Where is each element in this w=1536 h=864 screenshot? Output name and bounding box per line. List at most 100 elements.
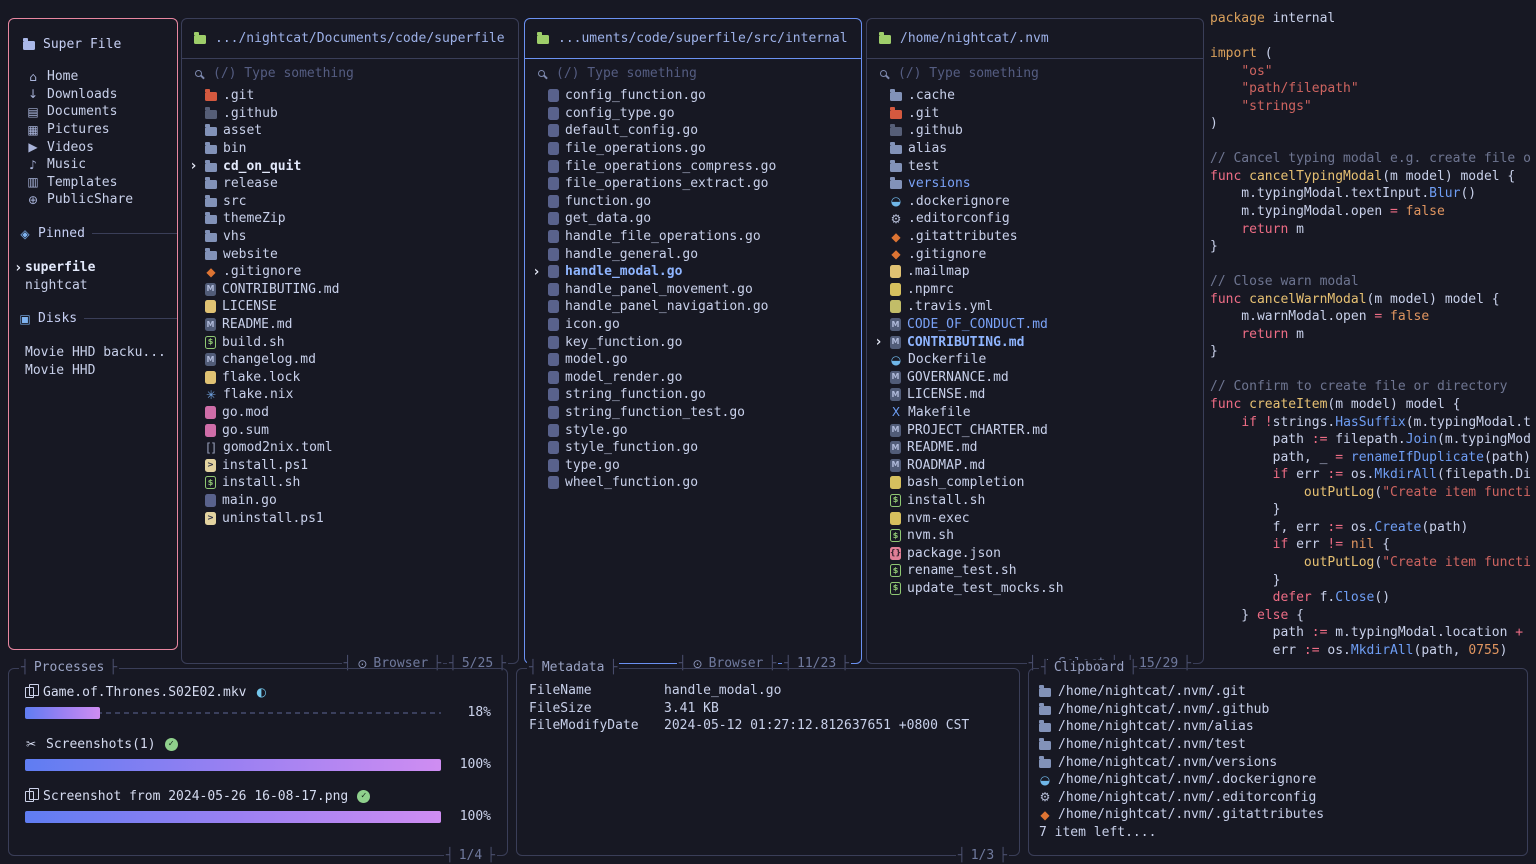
file-row[interactable]: .git: [182, 87, 518, 105]
file-row[interactable]: >uninstall.ps1: [182, 509, 518, 527]
file-row[interactable]: style_function.go: [525, 439, 861, 457]
file-row[interactable]: $install.sh: [867, 492, 1203, 510]
file-row[interactable]: alias: [867, 140, 1203, 158]
file-row[interactable]: website: [182, 245, 518, 263]
disk-item-movie-hhd[interactable]: Movie HHD: [9, 362, 177, 380]
sidebar-item-downloads[interactable]: ↓Downloads: [9, 86, 177, 104]
file-row[interactable]: release: [182, 175, 518, 193]
sidebar-item-publicshare[interactable]: ⊕PublicShare: [9, 191, 177, 209]
file-row[interactable]: vhs: [182, 228, 518, 246]
file-row[interactable]: .mailmap: [867, 263, 1203, 281]
file-row[interactable]: bash_completion: [867, 474, 1203, 492]
file-row[interactable]: ⚙.editorconfig: [867, 210, 1203, 228]
file-row[interactable]: .git: [867, 105, 1203, 123]
file-row[interactable]: get_data.go: [525, 210, 861, 228]
panel-path-bar[interactable]: .../nightcat/Documents/code/superfile: [182, 19, 518, 59]
file-row[interactable]: $build.sh: [182, 333, 518, 351]
file-row[interactable]: versions: [867, 175, 1203, 193]
file-row[interactable]: MREADME.md: [182, 316, 518, 334]
panel-search[interactable]: (/) Type something: [867, 59, 1203, 87]
file-row[interactable]: flake.lock: [182, 369, 518, 387]
file-row[interactable]: nvm-exec: [867, 509, 1203, 527]
file-row[interactable]: .travis.yml: [867, 298, 1203, 316]
panel-path-bar[interactable]: /home/nightcat/.nvm: [867, 19, 1203, 59]
file-row[interactable]: file_operations_extract.go: [525, 175, 861, 193]
file-row[interactable]: model.go: [525, 351, 861, 369]
file-row[interactable]: handle_panel_movement.go: [525, 281, 861, 299]
file-row[interactable]: $update_test_mocks.sh: [867, 580, 1203, 598]
file-row[interactable]: MREADME.md: [867, 439, 1203, 457]
file-row[interactable]: LICENSE: [182, 298, 518, 316]
file-row[interactable]: MGOVERNANCE.md: [867, 369, 1203, 387]
file-row[interactable]: config_type.go: [525, 105, 861, 123]
file-row[interactable]: ◒Dockerfile: [867, 351, 1203, 369]
file-row[interactable]: main.go: [182, 492, 518, 510]
file-row[interactable]: .cache: [867, 87, 1203, 105]
file-row[interactable]: MCONTRIBUTING.md: [182, 281, 518, 299]
sidebar-item-pictures[interactable]: ▦Pictures: [9, 121, 177, 139]
file-row[interactable]: test: [867, 157, 1203, 175]
file-row[interactable]: .npmrc: [867, 281, 1203, 299]
code-line: } else {: [1210, 607, 1536, 625]
file-row[interactable]: src: [182, 193, 518, 211]
file-row[interactable]: go.mod: [182, 404, 518, 422]
file-row[interactable]: function.go: [525, 193, 861, 211]
file-row[interactable]: ◆.gitattributes: [867, 228, 1203, 246]
file-row[interactable]: wheel_function.go: [525, 474, 861, 492]
sidebar-item-templates[interactable]: ▥Templates: [9, 174, 177, 192]
file-row[interactable]: XMakefile: [867, 404, 1203, 422]
file-row[interactable]: ◆.gitignore: [182, 263, 518, 281]
file-row[interactable]: default_config.go: [525, 122, 861, 140]
disk-item-movie-hhd-backu-[interactable]: Movie HHD backu...: [9, 344, 177, 362]
file-row[interactable]: model_render.go: [525, 369, 861, 387]
file-row[interactable]: ✳flake.nix: [182, 386, 518, 404]
file-row[interactable]: {}package.json: [867, 544, 1203, 562]
panel-path-bar[interactable]: ...uments/code/superfile/src/internal: [525, 19, 861, 59]
file-row[interactable]: type.go: [525, 456, 861, 474]
sidebar-item-documents[interactable]: ▤Documents: [9, 103, 177, 121]
go-file-icon: [548, 424, 559, 437]
file-row[interactable]: ›cd_on_quit: [182, 157, 518, 175]
sidebar-item-music[interactable]: ♪Music: [9, 156, 177, 174]
file-row[interactable]: handle_file_operations.go: [525, 228, 861, 246]
file-row[interactable]: .github: [867, 122, 1203, 140]
panel-search[interactable]: (/) Type something: [182, 59, 518, 87]
file-row[interactable]: MPROJECT_CHARTER.md: [867, 421, 1203, 439]
file-row[interactable]: key_function.go: [525, 333, 861, 351]
file-row[interactable]: MCODE_OF_CONDUCT.md: [867, 316, 1203, 334]
pinned-item-nightcat[interactable]: nightcat: [9, 276, 177, 294]
file-row[interactable]: ›MCONTRIBUTING.md: [867, 333, 1203, 351]
file-row[interactable]: file_operations_compress.go: [525, 157, 861, 175]
pinned-item-superfile[interactable]: ›superfile: [9, 259, 177, 277]
panel-search[interactable]: (/) Type something: [525, 59, 861, 87]
file-row[interactable]: style.go: [525, 421, 861, 439]
file-row[interactable]: file_operations.go: [525, 140, 861, 158]
file-row[interactable]: []gomod2nix.toml: [182, 439, 518, 457]
process-item[interactable]: ✂Screenshots(1)✓100%: [9, 735, 507, 772]
file-row[interactable]: $nvm.sh: [867, 527, 1203, 545]
file-row[interactable]: Mchangelog.md: [182, 351, 518, 369]
file-row[interactable]: ›handle_modal.go: [525, 263, 861, 281]
file-row[interactable]: MLICENSE.md: [867, 386, 1203, 404]
file-row[interactable]: .github: [182, 105, 518, 123]
process-item[interactable]: Game.of.Thrones.S02E02.mkv◐18%: [9, 683, 507, 720]
sidebar-item-videos[interactable]: ▶Videos: [9, 138, 177, 156]
file-row[interactable]: go.sum: [182, 421, 518, 439]
file-row[interactable]: handle_general.go: [525, 245, 861, 263]
file-row[interactable]: string_function_test.go: [525, 404, 861, 422]
file-row[interactable]: bin: [182, 140, 518, 158]
file-row[interactable]: icon.go: [525, 316, 861, 334]
file-row[interactable]: themeZip: [182, 210, 518, 228]
file-row[interactable]: >install.ps1: [182, 456, 518, 474]
file-row[interactable]: $install.sh: [182, 474, 518, 492]
file-row[interactable]: MROADMAP.md: [867, 456, 1203, 474]
file-row[interactable]: string_function.go: [525, 386, 861, 404]
file-row[interactable]: handle_panel_navigation.go: [525, 298, 861, 316]
file-row[interactable]: ◒.dockerignore: [867, 193, 1203, 211]
file-row[interactable]: config_function.go: [525, 87, 861, 105]
sidebar-item-home[interactable]: ⌂Home: [9, 68, 177, 86]
file-row[interactable]: ◆.gitignore: [867, 245, 1203, 263]
process-item[interactable]: Screenshot from 2024-05-26 16-08-17.png✓…: [9, 787, 507, 824]
file-row[interactable]: asset: [182, 122, 518, 140]
file-row[interactable]: $rename_test.sh: [867, 562, 1203, 580]
